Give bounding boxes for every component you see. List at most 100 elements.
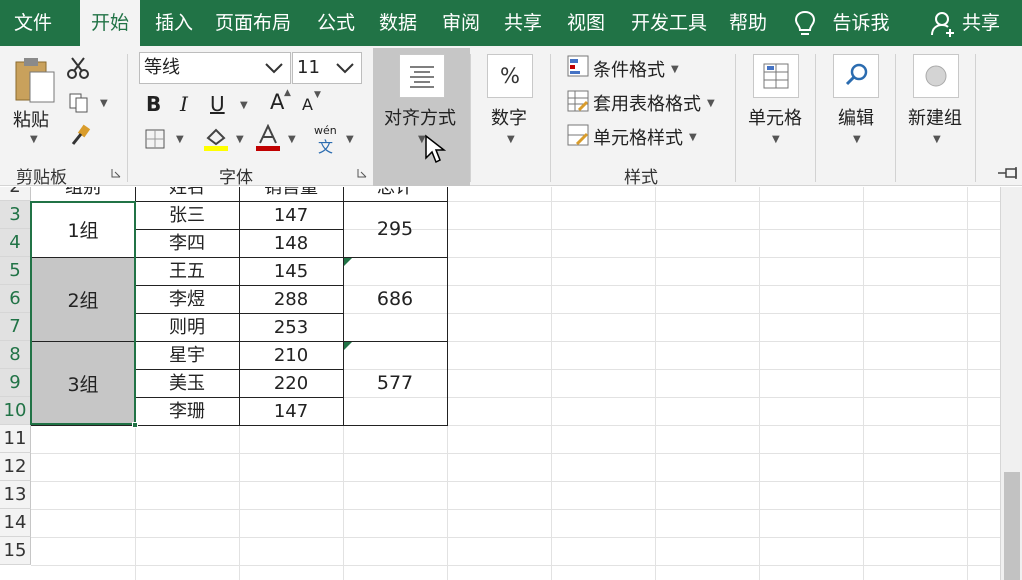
name-cell[interactable]: 则明 bbox=[135, 313, 239, 341]
name-cell[interactable]: 李珊 bbox=[135, 397, 239, 425]
scrollbar-thumb[interactable] bbox=[1004, 472, 1020, 580]
fill-color-dropdown-arrow[interactable]: ▼ bbox=[236, 134, 244, 145]
share-button[interactable]: 共享 bbox=[924, 0, 1020, 46]
cell-styles-dropdown-arrow[interactable]: ▼ bbox=[689, 132, 697, 143]
total-cell[interactable]: 577 bbox=[343, 341, 447, 425]
paste-icon[interactable] bbox=[12, 56, 58, 104]
sales-cell[interactable]: 288 bbox=[239, 285, 343, 313]
column-header-cell[interactable]: 姓名 bbox=[135, 187, 239, 202]
row-gridline bbox=[31, 509, 1000, 510]
italic-button[interactable]: I bbox=[180, 92, 188, 116]
row-header[interactable]: 15 bbox=[0, 537, 31, 565]
name-cell[interactable]: 张三 bbox=[135, 201, 239, 229]
cells-dropdown-arrow[interactable]: ▼ bbox=[772, 134, 780, 145]
font-name-combo[interactable]: 等线 bbox=[139, 52, 291, 84]
tab-page-layout[interactable]: 页面布局 bbox=[210, 0, 296, 46]
column-header-cell[interactable]: 总计 bbox=[343, 187, 447, 202]
paste-dropdown-arrow[interactable]: ▼ bbox=[30, 134, 38, 145]
row-header[interactable]: 7 bbox=[0, 313, 31, 341]
name-cell[interactable]: 王五 bbox=[135, 257, 239, 285]
bold-button[interactable]: B bbox=[146, 92, 161, 116]
font-dialog-launcher-icon[interactable] bbox=[357, 168, 367, 178]
new-group-dropdown-arrow[interactable]: ▼ bbox=[933, 134, 941, 145]
tab-review[interactable]: 审阅 bbox=[435, 0, 487, 46]
paste-button-label[interactable]: 粘贴 bbox=[13, 106, 49, 132]
worksheet-grid[interactable]: 23456789101112131415 组别姓名销售量总计1组张三147李四1… bbox=[0, 187, 1022, 580]
conditional-format-icon[interactable] bbox=[567, 55, 589, 77]
row-header[interactable]: 14 bbox=[0, 509, 31, 537]
font-size-combo[interactable]: 11 bbox=[292, 52, 362, 84]
borders-icon[interactable] bbox=[144, 128, 166, 150]
tab-file[interactable]: 文件 bbox=[0, 0, 66, 46]
row-header[interactable]: 6 bbox=[0, 285, 31, 313]
chevron-down-icon[interactable] bbox=[335, 62, 355, 74]
tab-share[interactable]: 共享 bbox=[497, 0, 549, 46]
format-as-table-icon[interactable] bbox=[567, 90, 589, 112]
format-painter-icon[interactable] bbox=[68, 124, 92, 148]
underline-button[interactable]: U bbox=[210, 92, 225, 116]
tab-home[interactable]: 开始 bbox=[80, 0, 140, 46]
tab-insert[interactable]: 插入 bbox=[148, 0, 200, 46]
name-cell[interactable]: 星宇 bbox=[135, 341, 239, 369]
clipboard-dialog-launcher-icon[interactable] bbox=[111, 168, 121, 178]
name-cell[interactable]: 李煜 bbox=[135, 285, 239, 313]
tab-data[interactable]: 数据 bbox=[372, 0, 424, 46]
underline-dropdown-arrow[interactable]: ▼ bbox=[240, 100, 248, 111]
editing-dropdown-arrow[interactable]: ▼ bbox=[853, 134, 861, 145]
cell-styles-icon[interactable] bbox=[567, 124, 589, 146]
borders-dropdown-arrow[interactable]: ▼ bbox=[176, 134, 184, 145]
cell-styles-button[interactable]: 单元格样式 bbox=[593, 124, 683, 150]
vertical-scrollbar[interactable] bbox=[1000, 187, 1022, 580]
conditional-format-dropdown-arrow[interactable]: ▼ bbox=[671, 64, 679, 75]
total-cell[interactable]: 295 bbox=[343, 201, 447, 257]
tab-formulas[interactable]: 公式 bbox=[310, 0, 362, 46]
sales-cell[interactable]: 210 bbox=[239, 341, 343, 369]
sales-cell[interactable]: 147 bbox=[239, 397, 343, 425]
row-header[interactable]: 3 bbox=[0, 201, 31, 229]
phonetic-dropdown-arrow[interactable]: ▼ bbox=[346, 134, 354, 145]
error-indicator-icon bbox=[344, 342, 352, 350]
row-header[interactable]: 13 bbox=[0, 481, 31, 509]
sales-cell[interactable]: 145 bbox=[239, 257, 343, 285]
grow-font-button[interactable]: A bbox=[270, 90, 284, 114]
row-header[interactable]: 2 bbox=[0, 187, 31, 201]
chevron-down-icon[interactable] bbox=[264, 62, 284, 74]
copy-icon[interactable] bbox=[68, 92, 90, 114]
lightbulb-icon[interactable] bbox=[792, 10, 818, 38]
cut-icon[interactable] bbox=[66, 56, 90, 80]
fill-handle[interactable] bbox=[132, 422, 138, 428]
row-header[interactable]: 12 bbox=[0, 453, 31, 481]
row-header[interactable]: 8 bbox=[0, 341, 31, 369]
row-header[interactable]: 10 bbox=[0, 397, 31, 425]
row-header[interactable]: 5 bbox=[0, 257, 31, 285]
name-cell[interactable]: 李四 bbox=[135, 229, 239, 257]
pin-ribbon-icon[interactable] bbox=[996, 166, 1020, 180]
tell-me-search[interactable]: 告诉我 bbox=[826, 0, 896, 46]
tab-developer[interactable]: 开发工具 bbox=[626, 0, 712, 46]
tab-help[interactable]: 帮助 bbox=[722, 0, 774, 46]
tab-view[interactable]: 视图 bbox=[560, 0, 612, 46]
font-color-swatch bbox=[256, 146, 280, 151]
sales-cell[interactable]: 147 bbox=[239, 201, 343, 229]
format-as-table-button[interactable]: 套用表格格式 bbox=[593, 90, 701, 116]
sales-cell[interactable]: 220 bbox=[239, 369, 343, 397]
row-header[interactable]: 4 bbox=[0, 229, 31, 257]
column-header-cell[interactable]: 组别 bbox=[31, 187, 135, 202]
phonetic-guide-button[interactable]: 文 bbox=[318, 136, 333, 157]
fill-color-icon[interactable] bbox=[202, 124, 230, 152]
conditional-format-button[interactable]: 条件格式 bbox=[593, 56, 665, 82]
row-header[interactable]: 11 bbox=[0, 425, 31, 453]
number-dropdown-arrow[interactable]: ▼ bbox=[507, 134, 515, 145]
total-cell[interactable]: 686 bbox=[343, 257, 447, 341]
copy-dropdown-arrow[interactable]: ▼ bbox=[100, 98, 108, 109]
format-as-table-dropdown-arrow[interactable]: ▼ bbox=[707, 98, 715, 109]
font-color-dropdown-arrow[interactable]: ▼ bbox=[288, 134, 296, 145]
row-header[interactable]: 9 bbox=[0, 369, 31, 397]
name-cell[interactable]: 美玉 bbox=[135, 369, 239, 397]
column-header-cell[interactable]: 销售量 bbox=[239, 187, 343, 202]
font-size-value: 11 bbox=[297, 57, 320, 78]
sales-cell[interactable]: 148 bbox=[239, 229, 343, 257]
font-color-icon[interactable] bbox=[254, 124, 282, 152]
sales-cell[interactable]: 253 bbox=[239, 313, 343, 341]
shrink-font-button[interactable]: A bbox=[302, 95, 313, 114]
